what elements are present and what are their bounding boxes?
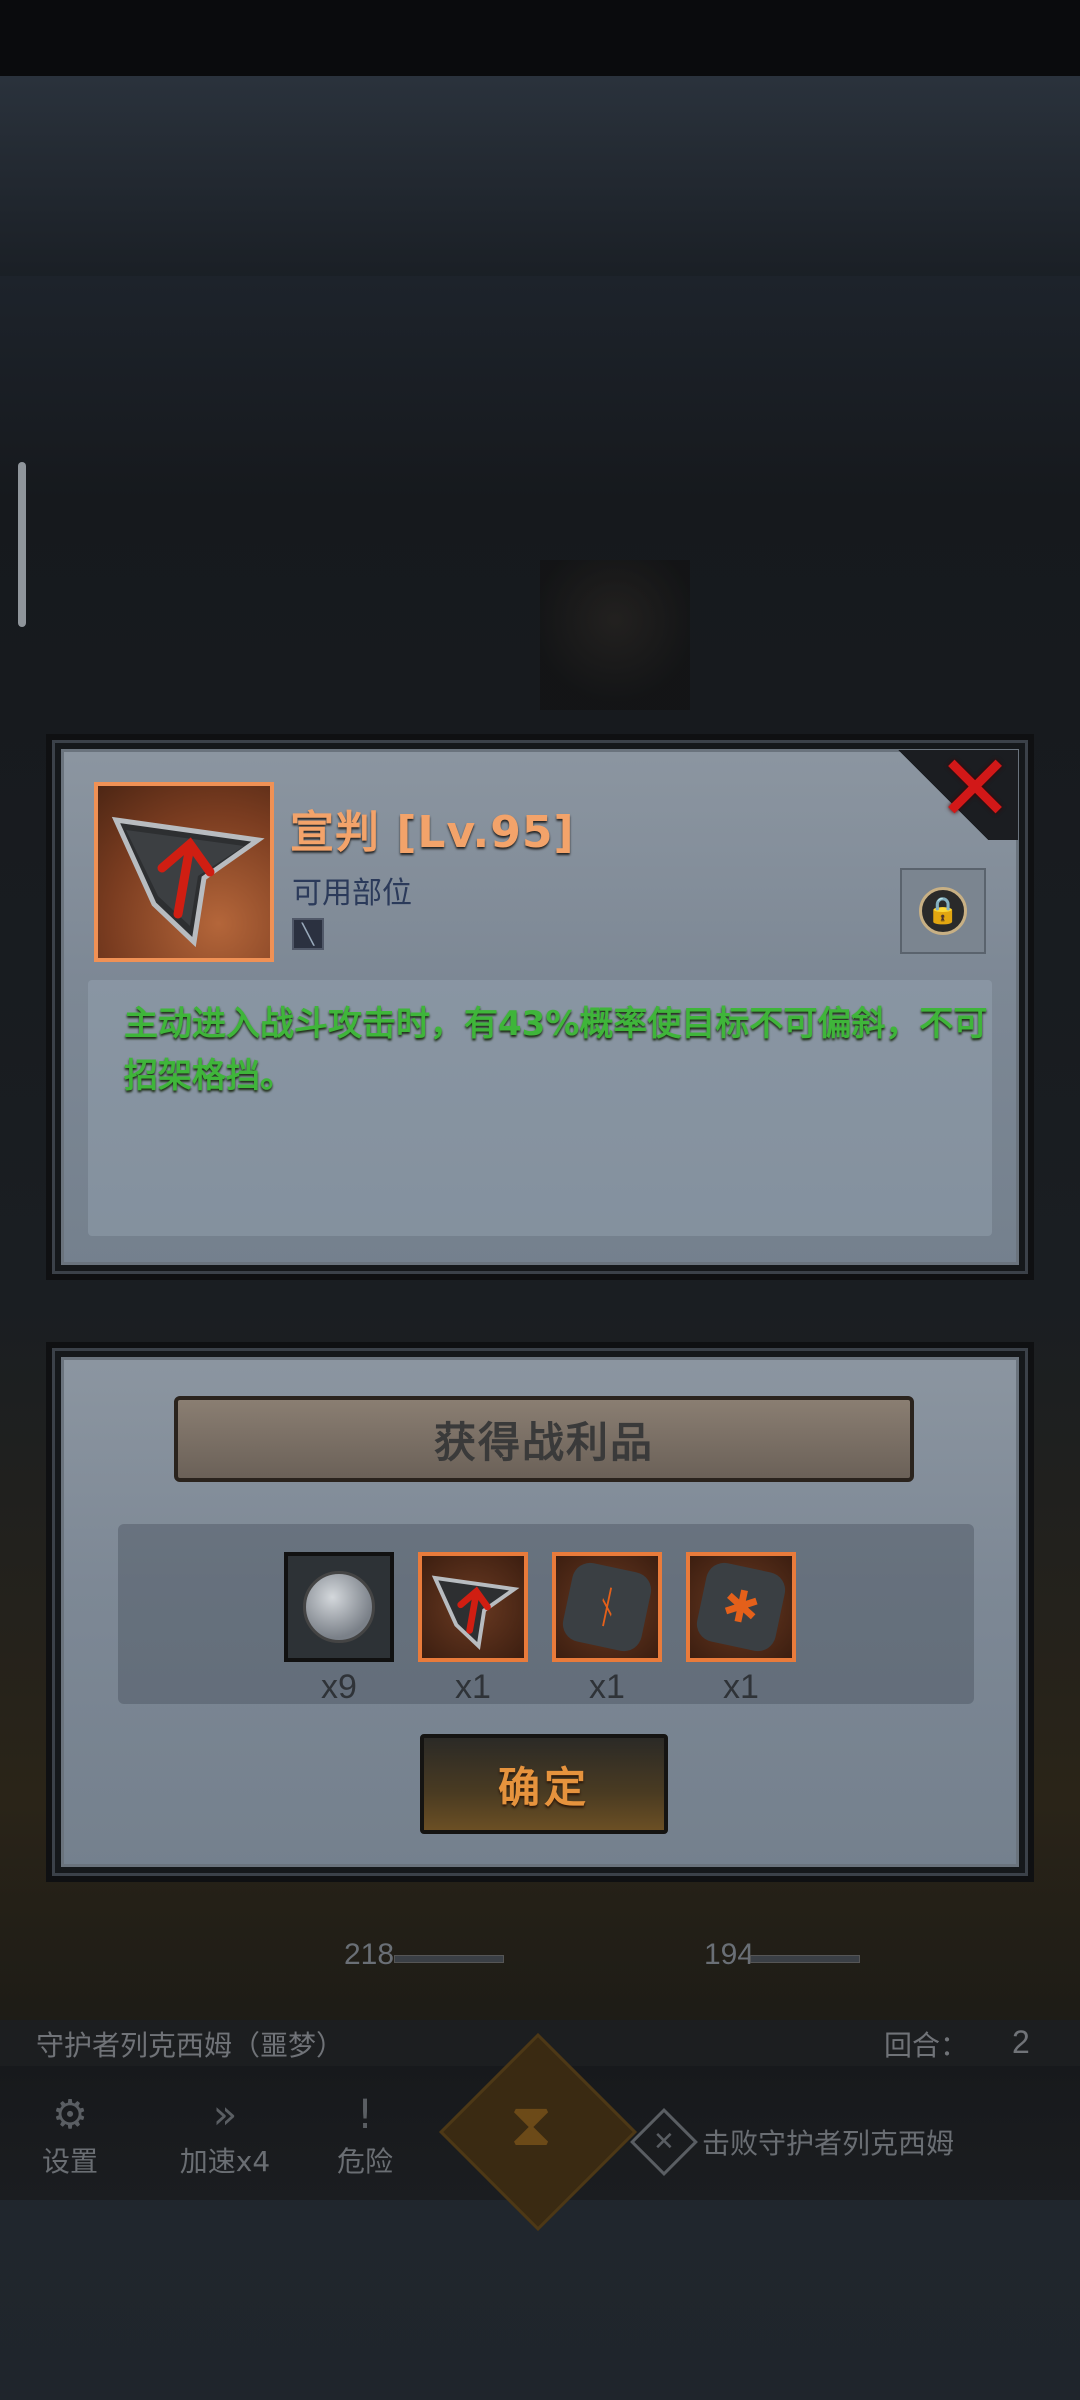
gear-icon: ⚙	[52, 2092, 88, 2138]
loot-item[interactable]: ᚾ x1	[552, 1552, 662, 1707]
item-detail-panel: ✕ 宣判 [Lv.95] 可用部位 ╲ 🔒 主动进入战斗攻击时，有43%概率使目…	[46, 734, 1034, 1280]
loot-item-frame	[284, 1552, 394, 1662]
loot-qty: x1	[723, 1668, 759, 1706]
loot-item[interactable]: x9	[284, 1552, 394, 1707]
loot-panel: 获得战利品 x9 x1 ᚾ x1 ✱ x1 确定	[46, 1342, 1034, 1882]
loot-item-frame: ✱	[686, 1552, 796, 1662]
blade-arrow-icon	[431, 1575, 520, 1651]
objective: ✕ 击败守护者列克西姆	[630, 2108, 955, 2176]
enemy-hp-value: 194	[704, 1938, 755, 1971]
top-band	[0, 76, 1080, 276]
loot-qty: x1	[455, 1668, 491, 1706]
confirm-label: 确定	[497, 1762, 590, 1812]
weapon-slot-icon: ╲	[292, 918, 324, 950]
enemy-name: 守护者列克西姆（噩梦）	[36, 2029, 345, 2062]
speed-button[interactable]: » 加速x4	[160, 2090, 290, 2180]
ally-hp-value: 218	[344, 1938, 395, 1971]
loot-item[interactable]: ✱ x1	[686, 1552, 796, 1707]
fast-forward-icon: »	[212, 2092, 238, 2138]
loot-strip	[118, 1524, 974, 1704]
item-name: 宣判 [Lv.95]	[290, 807, 575, 858]
round-value: 2	[1012, 2024, 1030, 2060]
settings-label: 设置	[41, 2145, 98, 2178]
loot-item-frame	[418, 1552, 528, 1662]
loot-item-frame: ᚾ	[552, 1552, 662, 1662]
enemy-hp-bar	[750, 1955, 860, 1963]
enemy-figure	[540, 560, 690, 710]
exclamation-icon: !	[356, 2092, 374, 2138]
loot-qty: x1	[589, 1668, 625, 1706]
rune-stone-icon: ✱	[693, 1559, 789, 1655]
blade-arrow-icon	[111, 816, 265, 948]
loot-qty: x9	[321, 1668, 357, 1706]
settings-button[interactable]: ⚙ 设置	[20, 2090, 120, 2180]
silver-coin-icon	[303, 1571, 375, 1643]
slot-label: 可用部位	[292, 876, 412, 911]
close-button[interactable]: ✕	[934, 743, 1016, 835]
item-icon-frame	[94, 782, 274, 962]
loot-item[interactable]: x1	[418, 1552, 528, 1707]
lock-button[interactable]: 🔒	[900, 868, 986, 954]
speed-label: 加速x4	[179, 2145, 271, 2178]
lock-icon: 🔒	[919, 887, 967, 935]
objective-text: 击败守护者列克西姆	[702, 2127, 955, 2160]
close-icon: ✕	[936, 735, 1014, 842]
item-description: 主动进入战斗攻击时，有43%概率使目标不可偏斜，不可招架格挡。	[124, 1004, 988, 1096]
loot-title: 获得战利品	[433, 1417, 654, 1467]
ally-hp-bar	[394, 1955, 504, 1963]
crossed-swords-icon: ✕	[630, 2108, 698, 2176]
danger-label: 危险	[336, 2145, 393, 2178]
hourglass-icon: ⧗	[510, 2090, 553, 2160]
loot-title-banner: 获得战利品	[174, 1396, 914, 1482]
round-label: 回合：	[884, 2029, 969, 2062]
confirm-button[interactable]: 确定	[420, 1734, 668, 1834]
scroll-indicator	[18, 462, 26, 627]
rune-stone-icon: ᚾ	[559, 1559, 655, 1655]
danger-button[interactable]: ! 危险	[310, 2090, 420, 2180]
